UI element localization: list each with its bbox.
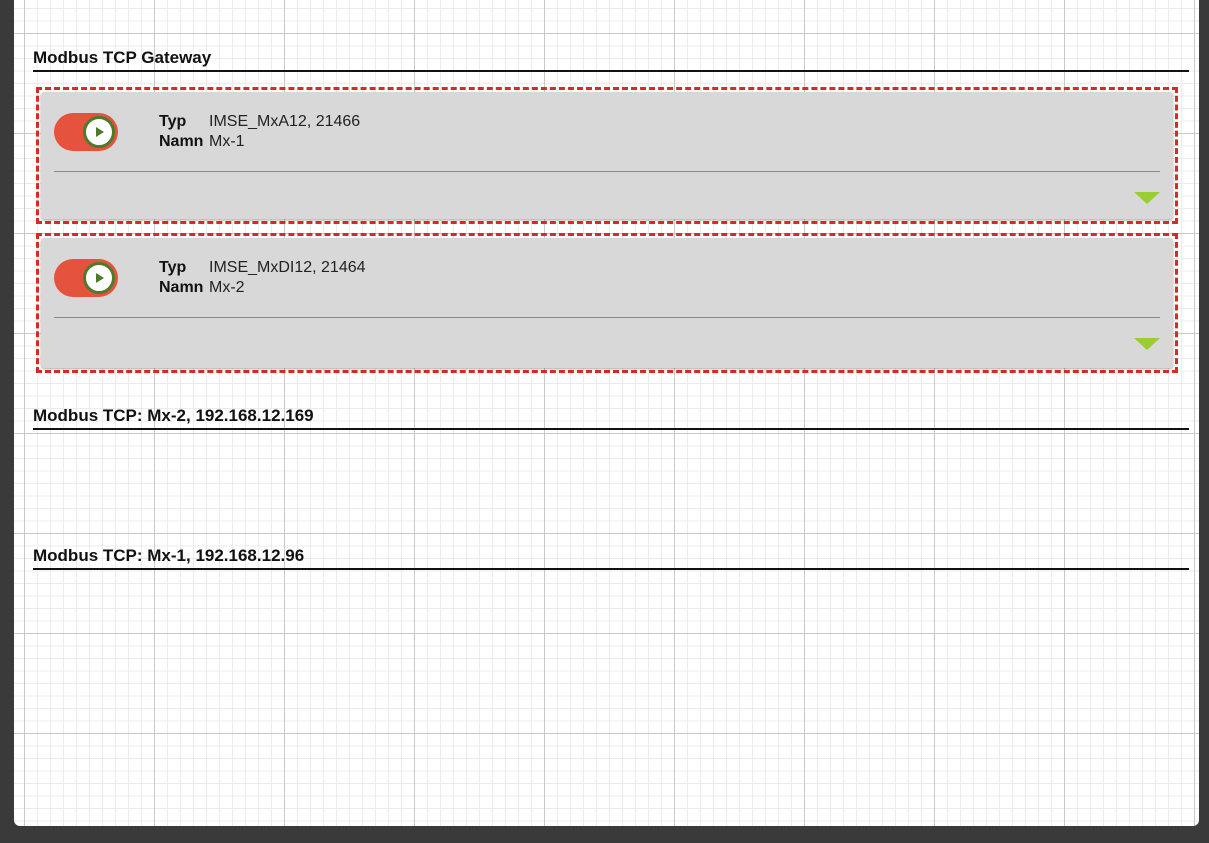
device-info: Typ IMSE_MxDI12, 21464 Namn Mx-2 — [159, 258, 366, 298]
play-icon — [83, 116, 115, 148]
namn-label: Namn — [159, 133, 204, 150]
typ-value: IMSE_MxA12, 21466 — [209, 113, 361, 130]
app-frame: Modbus TCP Gateway Typ IMSE_MxA12, 21466 — [0, 0, 1209, 843]
grid-canvas: Modbus TCP Gateway Typ IMSE_MxA12, 21466 — [14, 0, 1199, 826]
namn-label: Namn — [159, 279, 204, 296]
chevron-down-icon[interactable] — [1133, 191, 1161, 210]
device-toggle[interactable] — [54, 113, 118, 151]
device-info: Typ IMSE_MxA12, 21466 Namn Mx-1 — [159, 112, 360, 152]
section-header-mx2: Modbus TCP: Mx-2, 192.168.12.169 — [33, 406, 1189, 430]
device-card-mx1-selection[interactable]: Typ IMSE_MxA12, 21466 Namn Mx-1 — [36, 87, 1178, 224]
device-toggle[interactable] — [54, 259, 118, 297]
device-card[interactable]: Typ IMSE_MxA12, 21466 Namn Mx-1 — [41, 92, 1173, 219]
typ-value: IMSE_MxDI12, 21464 — [209, 259, 366, 276]
namn-value: Mx-1 — [209, 133, 245, 150]
device-card[interactable]: Typ IMSE_MxDI12, 21464 Namn Mx-2 — [41, 238, 1173, 368]
typ-label: Typ — [159, 259, 187, 276]
section-header-gateway: Modbus TCP Gateway — [33, 48, 1189, 72]
card-divider — [54, 317, 1160, 318]
typ-label: Typ — [159, 113, 187, 130]
section-header-mx1: Modbus TCP: Mx-1, 192.168.12.96 — [33, 546, 1189, 570]
device-card-mx2-selection[interactable]: Typ IMSE_MxDI12, 21464 Namn Mx-2 — [36, 233, 1178, 373]
namn-value: Mx-2 — [209, 279, 245, 296]
chevron-down-icon[interactable] — [1133, 337, 1161, 356]
card-divider — [54, 171, 1160, 172]
play-icon — [83, 262, 115, 294]
